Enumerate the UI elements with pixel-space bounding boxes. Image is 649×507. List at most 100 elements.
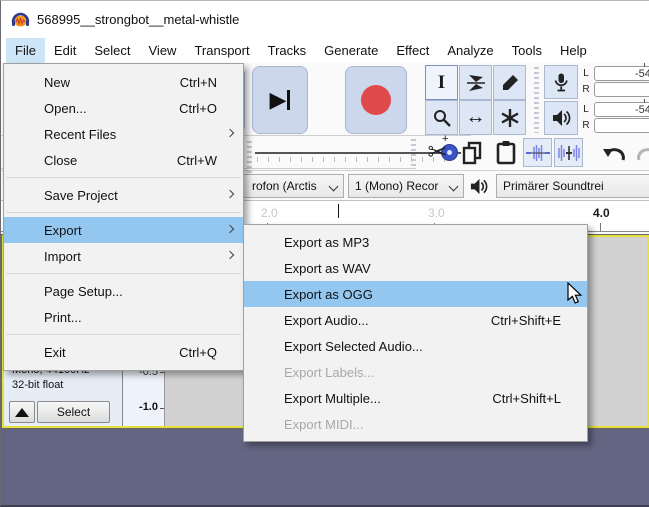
audacity-window: 568995__strongbot__metal-whistle File Ed… [0,0,649,507]
menu-item-save-project[interactable]: Save Project [4,182,243,208]
ruler-label: 4.0 [593,206,610,220]
menu-item-export-as-ogg[interactable]: Export as OGG [244,281,587,307]
submenu-arrow-icon [226,225,234,233]
cut-button[interactable]: ✂ [422,137,453,168]
magnifier-icon [432,108,452,128]
draw-tool-button[interactable] [493,65,526,100]
menu-separator [6,334,241,335]
menubar-edit[interactable]: Edit [45,38,85,63]
redo-icon [636,142,649,164]
copy-icon [461,141,483,165]
menubar-select[interactable]: Select [85,38,139,63]
select-track-label: Select [57,405,90,419]
envelope-tool-button[interactable] [459,65,492,100]
microphone-icon [551,72,571,93]
chevron-down-icon [329,181,339,191]
recording-channels-value: 1 (Mono) Recor [355,179,438,193]
submenu-arrow-icon [226,251,234,259]
multi-tool-button[interactable] [493,100,526,135]
ruler-label: 3.0 [428,206,445,220]
mouse-cursor [567,282,585,306]
paste-icon [495,140,517,165]
track-format-line2: 32-bit float [12,379,63,391]
record-meter-db: -54 [635,68,649,80]
zoom-tool-button[interactable] [425,100,458,135]
menu-item-page-setup[interactable]: Page Setup... [4,278,243,304]
submenu-arrow-icon [226,190,234,198]
selection-tool-button[interactable]: I [425,65,458,100]
silence-audio-icon [557,144,581,162]
menu-item-export-selected-audio[interactable]: Export Selected Audio... [244,333,587,359]
menubar-tools[interactable]: Tools [503,38,551,63]
menu-separator [6,273,241,274]
menubar-view[interactable]: View [140,38,186,63]
multitool-icon [500,108,520,128]
silence-audio-button[interactable] [554,138,583,167]
record-meter[interactable] [594,82,649,97]
toolbar-grip[interactable] [534,67,539,133]
speaker-icon [551,108,572,128]
scissors-icon: ✂ [427,138,447,167]
paste-button[interactable] [490,137,521,168]
skip-to-end-icon: ▶ [270,87,287,113]
menu-item-open[interactable]: Open... Ctrl+O [4,95,243,121]
record-button[interactable] [345,66,407,134]
menubar-transport[interactable]: Transport [185,38,258,63]
menu-separator [6,177,241,178]
playback-device-value: Primärer Soundtrei [503,179,604,193]
file-menu: New Ctrl+N Open... Ctrl+O Recent Files C… [3,63,244,371]
select-track-button[interactable]: Select [37,401,110,423]
menu-item-export[interactable]: Export [4,217,243,243]
play-meter[interactable] [594,118,649,133]
timeshift-tool-button[interactable]: ↔ [459,100,492,135]
window-title: 568995__strongbot__metal-whistle [37,12,239,27]
menu-item-export-as-wav[interactable]: Export as WAV [244,255,587,281]
trim-audio-icon [526,144,550,162]
ibeam-icon: I [438,72,445,94]
play-meter-button[interactable] [544,101,578,135]
menu-bar: File Edit Select View Transport Tracks G… [1,38,649,63]
trim-audio-button[interactable] [523,138,552,167]
menu-item-export-midi: Export MIDI... [244,411,587,437]
menu-separator [6,212,241,213]
menubar-file[interactable]: File [6,38,45,63]
ruler-label: 2.0 [261,206,278,220]
record-meter-button[interactable] [544,65,578,99]
recording-channels-select[interactable]: 1 (Mono) Recor [348,174,464,198]
export-submenu: Export as MP3 Export as WAV Export as OG… [243,224,588,442]
menubar-help[interactable]: Help [551,38,596,63]
redo-button[interactable] [633,137,649,168]
skip-to-end-button[interactable]: ▶ [252,66,308,134]
recording-device-value: rofon (Arctis [252,179,317,193]
audacity-logo-icon [10,9,31,30]
play-meter-db: -54 [635,104,649,116]
menu-item-export-labels: Export Labels... [244,359,587,385]
playback-device-select[interactable]: Primärer Soundtrei [496,174,649,198]
submenu-arrow-icon [226,129,234,137]
pencil-icon [500,73,520,93]
menubar-generate[interactable]: Generate [315,38,387,63]
menu-item-recent-files[interactable]: Recent Files [4,121,243,147]
play-meter-left-label: L [581,102,591,117]
copy-button[interactable] [456,137,487,168]
menubar-effect[interactable]: Effect [387,38,438,63]
menubar-tracks[interactable]: Tracks [259,38,316,63]
menu-item-import[interactable]: Import [4,243,243,269]
menu-item-close[interactable]: Close Ctrl+W [4,147,243,173]
menubar-analyze[interactable]: Analyze [438,38,502,63]
toolbar-grip[interactable] [411,139,416,167]
menu-item-export-multiple[interactable]: Export Multiple... Ctrl+Shift+L [244,385,587,411]
menu-item-print[interactable]: Print... [4,304,243,330]
chevron-down-icon [449,181,459,191]
playhead-cursor [338,204,339,218]
menu-item-export-as-mp3[interactable]: Export as MP3 [244,229,587,255]
play-meter-right-label: R [581,118,591,133]
record-icon [361,85,391,115]
menu-item-new[interactable]: New Ctrl+N [4,69,243,95]
record-meter-left-label: L [581,66,591,81]
undo-button[interactable] [597,137,628,168]
envelope-icon [466,73,486,93]
menu-item-export-audio[interactable]: Export Audio... Ctrl+Shift+E [244,307,587,333]
collapse-track-button[interactable] [9,401,35,423]
menu-item-exit[interactable]: Exit Ctrl+Q [4,339,243,365]
